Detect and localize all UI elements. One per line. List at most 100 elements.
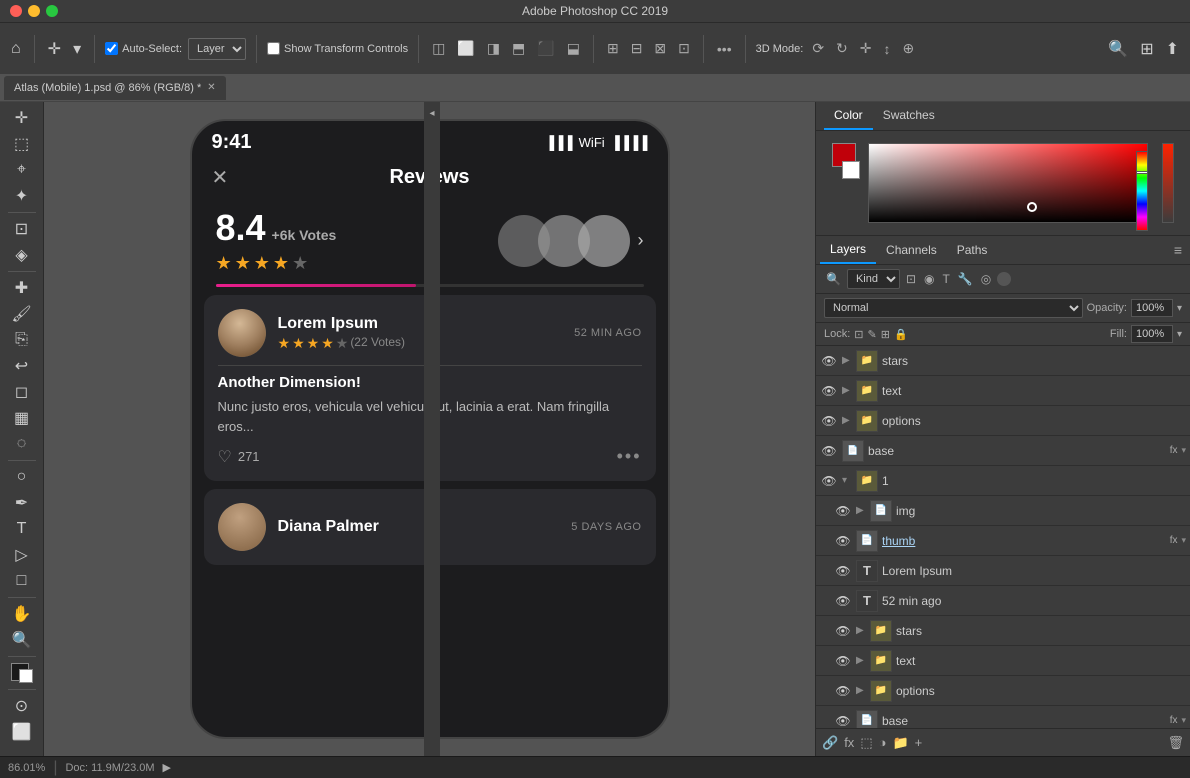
quick-mask-tool[interactable]: ⊙ <box>7 694 37 718</box>
expand-options2[interactable]: ▶ <box>856 685 866 696</box>
fx-expand-thumb1[interactable]: ▾ <box>1181 535 1186 546</box>
layers-menu-icon[interactable]: ≡ <box>1170 238 1186 262</box>
filter-pixel-icon[interactable]: ⊡ <box>904 270 918 288</box>
dist-right-icon[interactable]: ⊠ <box>651 38 669 59</box>
visibility-eye-options2[interactable]: 👁 <box>834 684 852 698</box>
more-options-icon[interactable]: ••• <box>617 446 642 467</box>
align-bottom-icon[interactable]: ⬓ <box>564 38 583 59</box>
new-group-icon[interactable]: 📁 <box>892 735 908 751</box>
search-icon[interactable]: 🔍 <box>1105 36 1131 62</box>
layer-row-52min[interactable]: 👁 T 52 min ago <box>816 586 1190 616</box>
expand-text2[interactable]: ▶ <box>856 655 866 666</box>
dodge-tool[interactable]: ○ <box>7 465 37 489</box>
adjustment-layer-icon[interactable]: ◑ <box>879 735 887 750</box>
hand-tool[interactable]: ✋ <box>7 602 37 626</box>
delete-layer-icon[interactable]: 🗑 <box>1167 735 1184 751</box>
layer-row-options1[interactable]: 👁 ▶ 📁 options <box>816 406 1190 436</box>
expand-text1[interactable]: ▶ <box>842 385 852 396</box>
eyedropper-tool[interactable]: ◈ <box>7 243 37 267</box>
expand-group1[interactable]: ▾ <box>842 475 852 486</box>
visibility-eye-img1[interactable]: 👁 <box>834 504 852 518</box>
blend-mode-select[interactable]: Normal <box>824 298 1083 318</box>
layer-row-group1[interactable]: 👁 ▾ 📁 1 <box>816 466 1190 496</box>
align-center-icon[interactable]: ⬜ <box>454 38 477 59</box>
align-top-icon[interactable]: ⬒ <box>509 38 528 59</box>
visibility-eye-options1[interactable]: 👁 <box>820 414 838 428</box>
expand-icon[interactable]: ▶ <box>163 761 171 774</box>
tab-close-icon[interactable]: ✕ <box>207 82 215 93</box>
tab-layers[interactable]: Layers <box>820 236 876 264</box>
alpha-bar[interactable] <box>1162 143 1174 223</box>
lock-pixels-icon[interactable]: ⊡ <box>854 328 863 341</box>
visibility-eye-stars1[interactable]: 👁 <box>820 354 838 368</box>
filter-toggle[interactable] <box>997 272 1011 286</box>
document-tab[interactable]: Atlas (Mobile) 1.psd @ 86% (RGB/8) * ✕ <box>4 76 226 100</box>
add-mask-icon[interactable]: ⬚ <box>860 735 872 751</box>
eraser-tool[interactable]: ◻ <box>7 380 37 404</box>
layer-row-text1[interactable]: 👁 ▶ 📁 text <box>816 376 1190 406</box>
fill-arrow[interactable]: ▾ <box>1177 329 1182 340</box>
visibility-eye-base2[interactable]: 👁 <box>834 714 852 728</box>
filter-smart-icon[interactable]: 🔧 <box>956 270 975 288</box>
fill-input[interactable]: 100% <box>1131 325 1173 343</box>
dist-more-icon[interactable]: ⊡ <box>675 38 693 59</box>
home-icon[interactable]: ⌂ <box>8 37 24 61</box>
tab-channels[interactable]: Channels <box>876 237 947 263</box>
heal-tool[interactable]: ✚ <box>7 276 37 300</box>
select-tool[interactable]: ⬚ <box>7 132 37 156</box>
more-icon[interactable]: ••• <box>714 39 735 59</box>
visibility-eye-text1[interactable]: 👁 <box>820 384 838 398</box>
pen-tool[interactable]: ✒ <box>7 491 37 515</box>
phone-close-icon[interactable]: ✕ <box>212 165 229 190</box>
brush-tool[interactable]: 🖌 <box>7 302 37 326</box>
circle-arrow[interactable]: › <box>638 230 644 251</box>
3d-icon2[interactable]: ↻ <box>833 38 851 59</box>
layer-row-thumb1[interactable]: 👁 📄 thumb fx ▾ <box>816 526 1190 556</box>
layer-row-base1[interactable]: 👁 📄 base fx ▾ <box>816 436 1190 466</box>
expand-stars1[interactable]: ▶ <box>842 355 852 366</box>
align-right-icon[interactable]: ◨ <box>484 38 503 59</box>
layer-row-lorem[interactable]: 👁 T Lorem Ipsum <box>816 556 1190 586</box>
tab-swatches[interactable]: Swatches <box>873 102 945 130</box>
visibility-eye-thumb1[interactable]: 👁 <box>834 534 852 548</box>
screen-mode-tool[interactable]: ⬜ <box>7 720 37 744</box>
expand-options1[interactable]: ▶ <box>842 415 852 426</box>
move-tool-arrow[interactable]: ▾ <box>70 36 84 62</box>
text-tool[interactable]: T <box>7 517 37 541</box>
opacity-arrow[interactable]: ▾ <box>1177 303 1182 314</box>
3d-icon5[interactable]: ⊕ <box>900 38 918 59</box>
layer-row-text2[interactable]: 👁 ▶ 📁 text <box>816 646 1190 676</box>
filter-type-icon[interactable]: T <box>941 270 952 288</box>
arrange-icon[interactable]: ⊞ <box>1137 36 1156 62</box>
3d-icon1[interactable]: ⟳ <box>809 38 827 59</box>
gradient-picker-dot[interactable] <box>1027 202 1037 212</box>
visibility-eye-group1[interactable]: 👁 <box>820 474 838 488</box>
layer-row-options2[interactable]: 👁 ▶ 📁 options <box>816 676 1190 706</box>
close-button[interactable] <box>10 5 22 17</box>
link-layers-icon[interactable]: 🔗 <box>822 735 838 751</box>
layer-row-base2[interactable]: 👁 📄 base fx ▾ <box>816 706 1190 728</box>
expand-stars2[interactable]: ▶ <box>856 625 866 636</box>
move-tool[interactable]: ✛ <box>7 106 37 130</box>
fx-expand-base2[interactable]: ▾ <box>1181 715 1186 726</box>
crop-tool[interactable]: ⊡ <box>7 217 37 241</box>
shape-tool[interactable]: □ <box>7 569 37 593</box>
magic-wand-tool[interactable]: ✦ <box>7 184 37 208</box>
maximize-button[interactable] <box>46 5 58 17</box>
filter-adjustment-icon[interactable]: ◉ <box>922 270 936 288</box>
auto-select-checkbox[interactable] <box>105 42 118 55</box>
opacity-input[interactable]: 100% <box>1131 299 1173 317</box>
auto-select-dropdown[interactable]: Layer <box>188 38 246 60</box>
filter-type-select[interactable]: Kind <box>847 269 900 289</box>
visibility-eye-52min[interactable]: 👁 <box>834 594 852 608</box>
align-middle-icon[interactable]: ⬛ <box>534 38 557 59</box>
new-layer-icon[interactable]: + <box>915 735 923 750</box>
background-color[interactable] <box>19 669 33 683</box>
filter-color-icon[interactable]: ◎ <box>979 270 993 288</box>
share-icon[interactable]: ⬆ <box>1163 36 1182 62</box>
expand-img1[interactable]: ▶ <box>856 505 866 516</box>
3d-icon3[interactable]: ✛ <box>857 38 875 59</box>
layer-row-stars2[interactable]: 👁 ▶ 📁 stars <box>816 616 1190 646</box>
fx-expand-base1[interactable]: ▾ <box>1181 445 1186 456</box>
zoom-tool[interactable]: 🔍 <box>7 628 37 652</box>
